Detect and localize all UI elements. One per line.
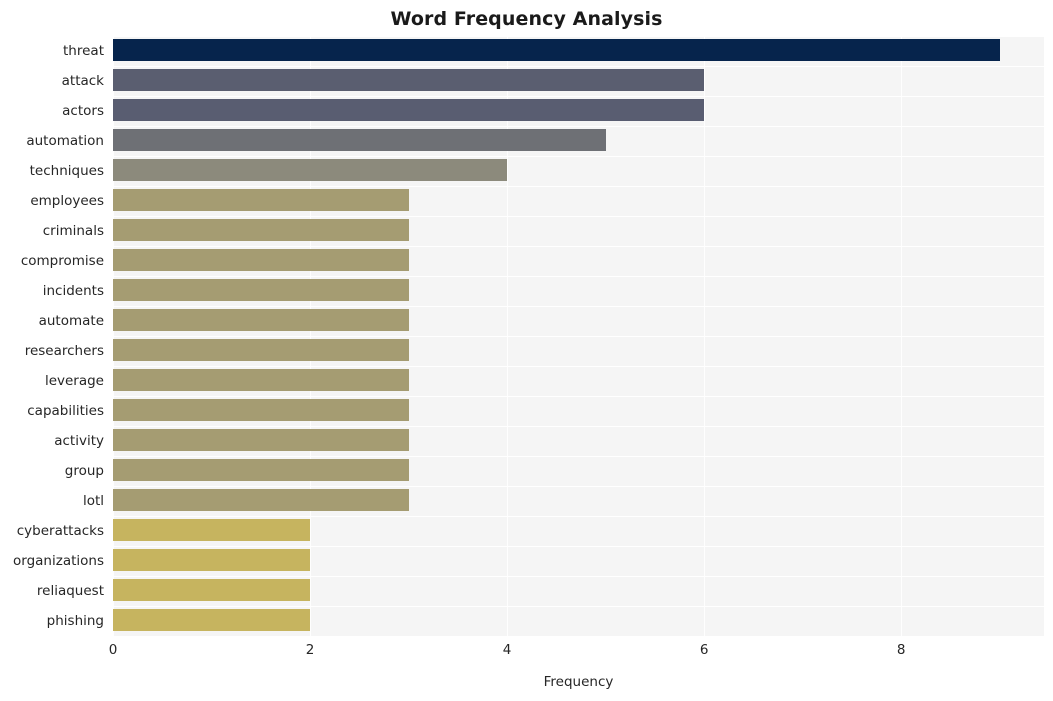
y-axis-tick-label: incidents — [42, 283, 104, 299]
y-axis-tick-label: automate — [38, 313, 104, 329]
y-axis-tick-label: threat — [63, 43, 104, 59]
bar-row — [113, 216, 1044, 246]
bar[interactable] — [113, 399, 409, 422]
bar[interactable] — [113, 369, 409, 392]
chart-title: Word Frequency Analysis — [390, 8, 663, 30]
bar[interactable] — [113, 549, 311, 572]
bar[interactable] — [113, 579, 311, 602]
bar-row — [113, 456, 1044, 486]
bar-row — [113, 366, 1044, 396]
y-axis-tick-label: attack — [61, 73, 104, 89]
bar[interactable] — [113, 489, 409, 512]
x-axis-tick-label: 2 — [305, 642, 315, 658]
y-axis-tick-label: activity — [54, 433, 104, 449]
y-axis-tick-label: actors — [62, 103, 104, 119]
y-axis-tick-label: group — [64, 463, 104, 479]
bar-row — [113, 66, 1044, 96]
bar[interactable] — [113, 519, 311, 542]
y-axis-tick-label: researchers — [24, 343, 104, 359]
bar[interactable] — [113, 339, 409, 362]
y-axis-tick-label: leverage — [44, 373, 104, 389]
bar[interactable] — [113, 459, 409, 482]
bar-row — [113, 276, 1044, 306]
bar-row — [113, 516, 1044, 546]
bar[interactable] — [113, 219, 409, 242]
x-axis-tick-label: 0 — [108, 642, 118, 658]
bar-row — [113, 126, 1044, 156]
bar-row — [113, 486, 1044, 516]
bar-row — [113, 36, 1044, 66]
bar[interactable] — [113, 609, 311, 632]
bar-row — [113, 306, 1044, 336]
bar-row — [113, 396, 1044, 426]
y-axis-tick-label: techniques — [29, 163, 104, 179]
bar[interactable] — [113, 69, 705, 92]
bar[interactable] — [113, 39, 1000, 62]
bar[interactable] — [113, 309, 409, 332]
y-axis-tick-label: capabilities — [27, 403, 104, 419]
y-axis-tick-label: cyberattacks — [16, 523, 104, 539]
plot-area — [113, 36, 1044, 636]
x-axis-label: Frequency — [543, 674, 614, 690]
y-axis-tick-label: compromise — [20, 253, 104, 269]
bar-row — [113, 96, 1044, 126]
x-axis-tick-label: 6 — [699, 642, 709, 658]
y-axis-tick-label: phishing — [46, 613, 104, 629]
bar[interactable] — [113, 249, 409, 272]
y-axis-tick-label: employees — [30, 193, 104, 209]
bar-row — [113, 546, 1044, 576]
bar-row — [113, 186, 1044, 216]
y-axis-tick-label: reliaquest — [36, 583, 104, 599]
x-axis-tick-label: 8 — [896, 642, 906, 658]
bar-row — [113, 426, 1044, 456]
y-axis-tick-label: lotl — [82, 493, 104, 509]
bar-row — [113, 606, 1044, 636]
bar[interactable] — [113, 129, 606, 152]
bar-row — [113, 246, 1044, 276]
bar[interactable] — [113, 159, 508, 182]
bar[interactable] — [113, 429, 409, 452]
bar-row — [113, 336, 1044, 366]
y-axis-tick-label: criminals — [42, 223, 104, 239]
bar[interactable] — [113, 279, 409, 302]
y-axis-tick-label: organizations — [13, 553, 104, 569]
bar-row — [113, 156, 1044, 186]
x-axis-tick-label: 4 — [502, 642, 512, 658]
y-axis-tick-label: automation — [26, 133, 104, 149]
bar-row — [113, 576, 1044, 606]
chart-figure: Word Frequency Analysis threat attack acto… — [0, 0, 1053, 701]
bar[interactable] — [113, 189, 409, 212]
bar[interactable] — [113, 99, 705, 122]
